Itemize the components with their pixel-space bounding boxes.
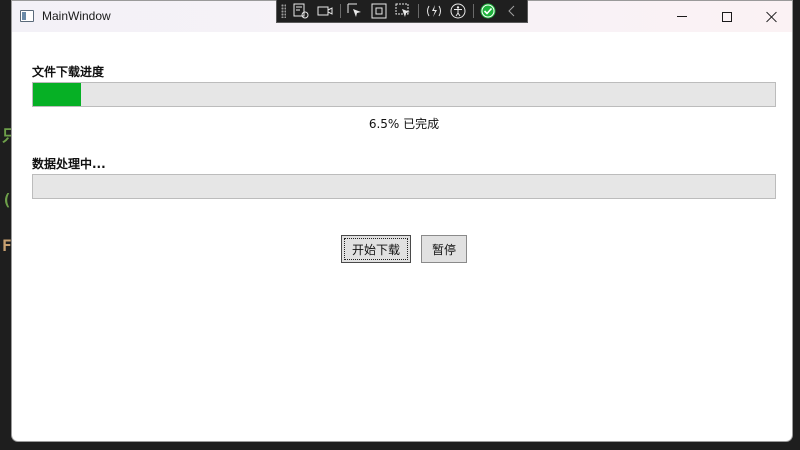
grip-icon[interactable] (281, 4, 286, 18)
hot-reload-icon[interactable] (425, 0, 443, 22)
toolbar-separator (339, 4, 341, 18)
processing-progress-bar (32, 174, 776, 199)
toolbar-separator (417, 4, 419, 18)
download-percent-text: 6.5% 已完成 (368, 117, 440, 131)
accessibility-icon[interactable] (449, 0, 467, 22)
close-button[interactable] (749, 1, 792, 32)
processing-label: 数据处理中... (32, 157, 106, 171)
camera-icon[interactable] (316, 0, 334, 22)
live-visual-tree-icon[interactable] (292, 0, 310, 22)
maximize-button[interactable] (704, 1, 750, 32)
download-progress-fill (33, 83, 82, 106)
main-window: MainWindow 文件下载进度 6.5% 已完成 数据处理中... 开始下载… (11, 0, 793, 442)
check-icon[interactable] (479, 0, 497, 22)
maximize-icon (722, 11, 732, 22)
pause-button[interactable]: 暂停 (421, 235, 467, 263)
toolbar-separator (472, 4, 474, 18)
collapse-chevron-icon[interactable] (503, 0, 521, 22)
display-layout-adorners-icon[interactable] (370, 0, 388, 22)
download-progress-label: 文件下载进度 (32, 65, 105, 79)
debug-toolbar (276, 0, 528, 23)
track-focus-icon[interactable] (394, 0, 412, 22)
close-icon (766, 11, 778, 23)
download-progress-bar (32, 82, 776, 107)
minimize-button[interactable] (659, 1, 705, 32)
minimize-icon (677, 16, 687, 17)
start-download-button[interactable]: 开始下载 (341, 235, 411, 263)
window-app-icon (20, 10, 34, 22)
select-element-icon[interactable] (346, 0, 364, 22)
window-title: MainWindow (42, 9, 111, 23)
